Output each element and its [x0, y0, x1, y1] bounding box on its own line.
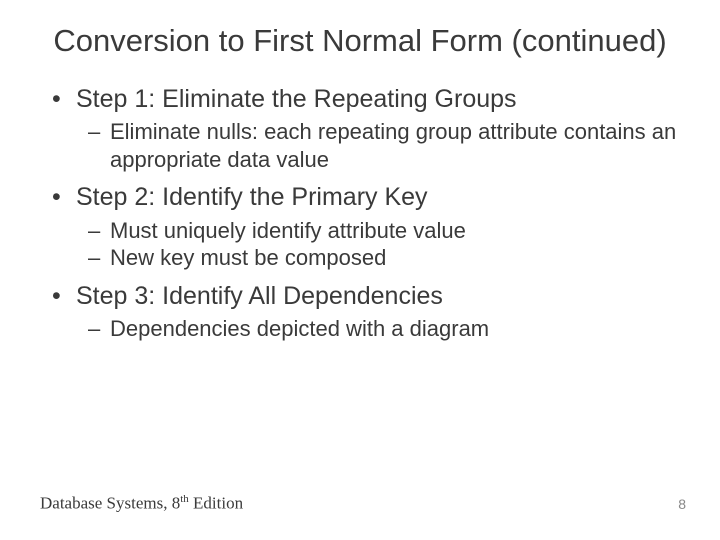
slide: Conversion to First Normal Form (continu…: [0, 0, 720, 540]
step-2: • Step 2: Identify the Primary Key – Mus…: [46, 181, 680, 272]
sub-label: New key must be composed: [110, 244, 386, 272]
list-item: – New key must be composed: [88, 244, 680, 272]
footer-ordinal: th: [180, 493, 189, 505]
bullet-icon: •: [46, 83, 76, 116]
step-2-label: Step 2: Identify the Primary Key: [76, 181, 428, 214]
dash-icon: –: [88, 118, 110, 146]
footer-book: Database Systems, 8th Edition: [40, 493, 243, 514]
step-1-line: • Step 1: Eliminate the Repeating Groups: [46, 83, 680, 116]
step-1-subs: – Eliminate nulls: each repeating group …: [46, 118, 680, 173]
dash-icon: –: [88, 244, 110, 272]
sub-label: Dependencies depicted with a diagram: [110, 315, 489, 343]
bullet-icon: •: [46, 280, 76, 313]
list-item: – Eliminate nulls: each repeating group …: [88, 118, 680, 173]
slide-title: Conversion to First Normal Form (continu…: [40, 22, 680, 61]
step-3-subs: – Dependencies depicted with a diagram: [46, 315, 680, 343]
step-2-subs: – Must uniquely identify attribute value…: [46, 217, 680, 272]
list-item: – Must uniquely identify attribute value: [88, 217, 680, 245]
page-number: 8: [678, 496, 686, 512]
bullet-icon: •: [46, 181, 76, 214]
step-3-line: • Step 3: Identify All Dependencies: [46, 280, 680, 313]
step-2-line: • Step 2: Identify the Primary Key: [46, 181, 680, 214]
sub-label: Must uniquely identify attribute value: [110, 217, 466, 245]
dash-icon: –: [88, 315, 110, 343]
step-3: • Step 3: Identify All Dependencies – De…: [46, 280, 680, 343]
content-area: • Step 1: Eliminate the Repeating Groups…: [40, 83, 680, 343]
footer-edition: Edition: [189, 494, 243, 513]
list-item: – Dependencies depicted with a diagram: [88, 315, 680, 343]
step-1-label: Step 1: Eliminate the Repeating Groups: [76, 83, 517, 116]
footer-book-title: Database Systems, 8: [40, 494, 180, 513]
step-3-label: Step 3: Identify All Dependencies: [76, 280, 443, 313]
step-1: • Step 1: Eliminate the Repeating Groups…: [46, 83, 680, 174]
dash-icon: –: [88, 217, 110, 245]
sub-label: Eliminate nulls: each repeating group at…: [110, 118, 680, 173]
